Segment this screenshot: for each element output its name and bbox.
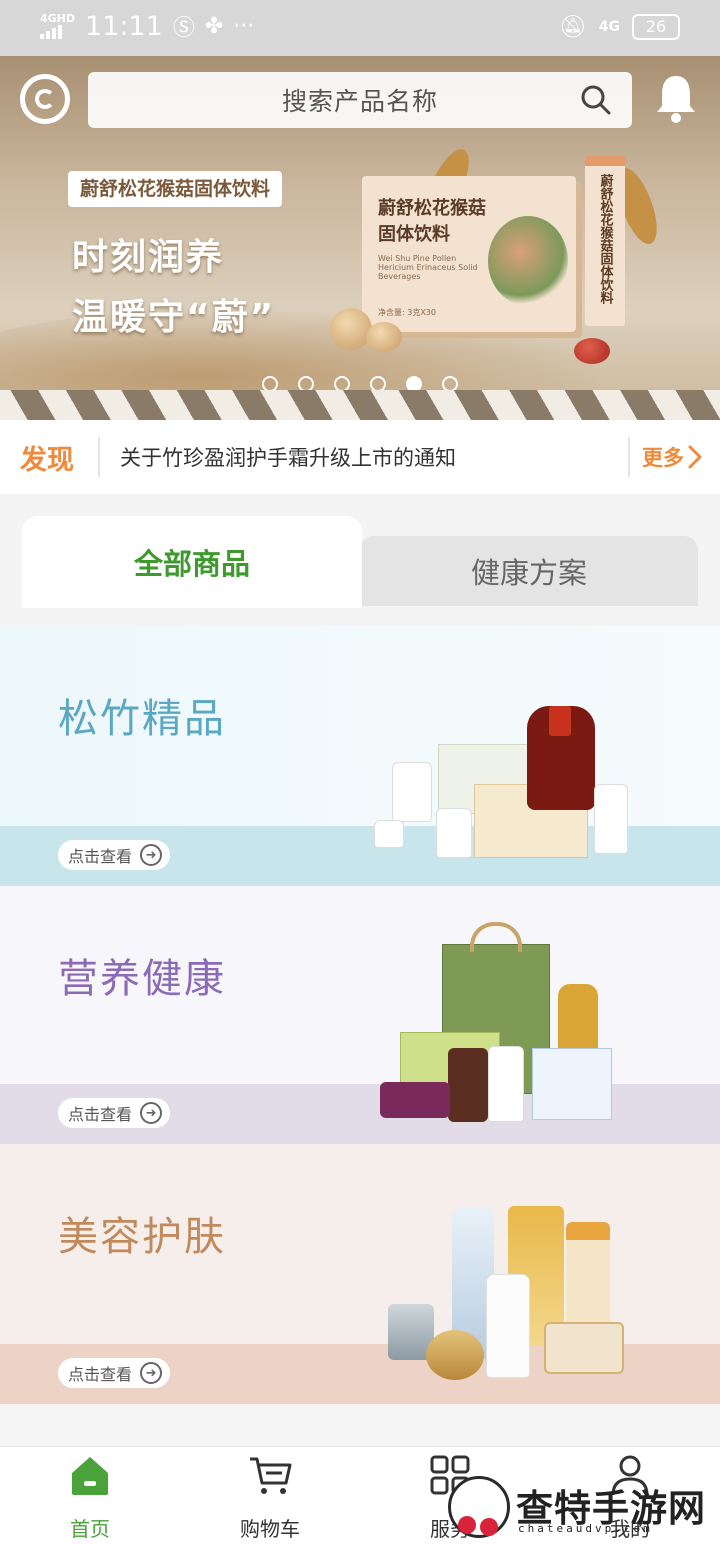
jar-image: [448, 1048, 488, 1122]
nav-cart[interactable]: 购物车: [180, 1447, 360, 1544]
pill-bottle-image: [594, 784, 628, 854]
status-bar: 4GHD 11:11 Ⓢ ✤ ··· 🔕︎ 4G 26: [0, 0, 720, 56]
more-dots: ···: [233, 13, 255, 39]
pill-bottle-image: [488, 1046, 524, 1122]
arrow-right-icon: ➜: [140, 1362, 163, 1384]
more-link[interactable]: 更多: [630, 442, 702, 472]
battery-indicator: 26: [632, 14, 680, 40]
category-card-beauty[interactable]: 美容护肤 点击查看 ➜: [0, 1144, 720, 1404]
view-button[interactable]: 点击查看 ➜: [58, 1358, 171, 1388]
notice-text[interactable]: 关于竹珍盈润护手霜升级上市的通知: [120, 442, 628, 472]
notice-bar[interactable]: 发现 关于竹珍盈润护手霜升级上市的通知 更多: [0, 420, 720, 494]
network-label: 4GHD: [40, 12, 76, 25]
pill-bottle-image: [436, 808, 472, 858]
cream-jar-image: [544, 1322, 624, 1374]
nav-home-label: 首页: [70, 1517, 110, 1541]
home-icon: [72, 1457, 108, 1495]
view-button[interactable]: 点击查看 ➜: [58, 1098, 171, 1128]
category-title: 美容护肤: [58, 1214, 226, 1260]
search-bar[interactable]: 搜索产品名称: [88, 72, 632, 128]
date-decoration: [574, 338, 610, 364]
site-watermark: 查特手游网 chateaudvp.com: [448, 1472, 720, 1544]
clock: 11:11: [85, 10, 163, 42]
banner-slogan-line1: 时刻润养: [72, 237, 225, 278]
product-sachet: 蔚舒松花猴菇固体饮料: [585, 156, 625, 326]
product-tabs: 健康方案 全部商品: [0, 496, 720, 608]
notice-divider: [98, 437, 100, 477]
status-left: 4GHD 11:11 Ⓢ ✤ ···: [40, 10, 254, 42]
cap-image: [426, 1330, 484, 1380]
category-title: 松竹精品: [58, 696, 226, 742]
lotion-bottle-image: [486, 1274, 530, 1378]
promo-banner[interactable]: 搜索产品名称 蔚舒松花猴菇固体饮料 时刻润养 温暖守“蔚” 蔚舒松花猴菇固体饮料…: [0, 56, 720, 420]
sim-icon: Ⓢ: [172, 16, 195, 41]
pill-bottle-image: [392, 762, 432, 822]
product-sachet-text: 蔚舒松花猴菇固体饮料: [597, 174, 613, 304]
bell-icon[interactable]: [654, 72, 698, 126]
signal-icon: [40, 25, 75, 39]
product-box-illustration: [488, 216, 568, 306]
nav-cart-label: 购物车: [240, 1517, 300, 1541]
nav-home[interactable]: 首页: [0, 1447, 180, 1544]
network-indicator: 4GHD: [40, 13, 75, 39]
category-card-nutrition[interactable]: 营养健康 点击查看 ➜: [0, 886, 720, 1144]
view-button-label: 点击查看: [68, 1365, 133, 1384]
arrow-right-icon: ➜: [140, 1102, 163, 1124]
banner-slogan-line2: 温暖守“蔚”: [72, 297, 276, 338]
product-box-title: 蔚舒松花猴菇固体饮料: [378, 198, 486, 245]
search-input[interactable]: 搜索产品名称: [282, 82, 438, 118]
search-icon[interactable]: [580, 84, 612, 116]
product-box-image: [532, 1048, 612, 1120]
cart-icon: [250, 1457, 292, 1494]
bag-handle-image: [470, 922, 522, 952]
product-box-net: 净含量: 3克X30: [378, 308, 436, 317]
product-box: 蔚舒松花猴菇固体饮料 Wei Shu Pine Pollen Hericium …: [362, 176, 576, 332]
chevron-right-icon: [688, 445, 702, 469]
jar-image: [380, 1082, 450, 1118]
app-logo: [20, 74, 70, 124]
view-button[interactable]: 点击查看 ➜: [58, 840, 171, 870]
mute-icon: 🔕︎: [558, 14, 587, 40]
tab-all-products[interactable]: 全部商品: [22, 516, 362, 608]
network-right-label: 4G: [598, 19, 620, 35]
watermark-logo: [448, 1476, 510, 1538]
pill-bottle-image: [374, 820, 404, 848]
mushroom-decoration: [330, 308, 372, 350]
watermark-url: chateaudvp.com: [518, 1522, 653, 1535]
notice-label: 发现: [20, 444, 74, 476]
tab-health-plan[interactable]: 健康方案: [360, 536, 698, 606]
status-right: 🔕︎ 4G 26: [559, 14, 680, 40]
view-button-label: 点击查看: [68, 1105, 133, 1124]
arrow-right-icon: ➜: [140, 844, 163, 866]
cherry-icon: [480, 1518, 498, 1536]
bottle-cap-image: [549, 706, 571, 736]
banner-stripes: [0, 390, 720, 420]
mushroom-decoration: [366, 322, 402, 352]
category-card-premium[interactable]: 松竹精品 点击查看 ➜: [0, 626, 720, 886]
category-card-partial[interactable]: [0, 1404, 720, 1446]
category-title: 营养健康: [58, 956, 226, 1002]
cherry-icon: [458, 1516, 476, 1534]
product-box-subtitle: Wei Shu Pine Pollen Hericium Erinaceus S…: [378, 254, 478, 281]
fan-icon: ✤: [204, 13, 224, 39]
banner-tag: 蔚舒松花猴菇固体饮料: [68, 171, 283, 207]
view-button-label: 点击查看: [68, 847, 133, 866]
more-label: 更多: [642, 446, 684, 470]
